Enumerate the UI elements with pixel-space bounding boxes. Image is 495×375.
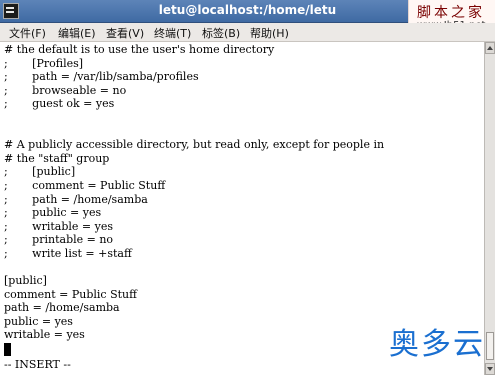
menu-help[interactable]: 帮助(H) bbox=[250, 25, 289, 41]
terminal-line: ; printable = no bbox=[4, 233, 114, 247]
terminal-line: public = yes bbox=[4, 314, 73, 328]
vim-mode-indicator: -- INSERT -- bbox=[4, 358, 71, 371]
text-cursor bbox=[4, 343, 11, 356]
menu-view[interactable]: 查看(V) bbox=[106, 25, 144, 41]
terminal-line: path = /home/samba bbox=[4, 301, 120, 315]
terminal-line: ; comment = Public Stuff bbox=[4, 178, 166, 192]
menu-edit[interactable]: 编辑(E) bbox=[58, 25, 96, 41]
vertical-scrollbar[interactable] bbox=[484, 42, 495, 375]
terminal-line: # A publicly accessible directory, but r… bbox=[4, 138, 385, 152]
terminal-line: # the default is to use the user's home … bbox=[4, 43, 275, 56]
terminal-line: ; [Profiles] bbox=[4, 56, 84, 70]
terminal-line: writable = yes bbox=[4, 328, 85, 342]
menu-bar: 文件(F) 编辑(E) 查看(V) 终端(T) 标签(B) 帮助(H) bbox=[0, 23, 495, 42]
scroll-thumb[interactable] bbox=[486, 332, 494, 360]
menu-terminal[interactable]: 终端(T) bbox=[154, 25, 191, 41]
menu-tabs[interactable]: 标签(B) bbox=[202, 25, 240, 41]
terminal-line: ; browseable = no bbox=[4, 83, 127, 97]
terminal-line: ; path = /var/lib/samba/profiles bbox=[4, 70, 199, 84]
terminal-line: ; public = yes bbox=[4, 206, 102, 220]
menu-file[interactable]: 文件(F) bbox=[9, 25, 46, 41]
terminal-line: ; write list = +staff bbox=[4, 246, 132, 260]
scroll-down-button[interactable] bbox=[485, 363, 495, 375]
terminal-line: ; [public] bbox=[4, 165, 76, 179]
terminal-line: ; path = /home/samba bbox=[4, 192, 148, 206]
watermark-logo: 奥多云 bbox=[389, 327, 485, 362]
scroll-up-button[interactable] bbox=[485, 42, 495, 54]
terminal-line: # the "staff" group bbox=[4, 151, 110, 165]
terminal-line: ; guest ok = yes bbox=[4, 97, 115, 111]
terminal-line: comment = Public Stuff bbox=[4, 287, 137, 301]
terminal-line: ; writable = yes bbox=[4, 219, 114, 233]
terminal-line: [public] bbox=[4, 274, 47, 288]
terminal-text: # the default is to use the user's home … bbox=[4, 43, 384, 342]
watermark-text: 脚本之家 bbox=[417, 5, 485, 21]
terminal-window: letu@localhost:/home/letu 脚本之家 www.Jb51.… bbox=[0, 0, 495, 375]
